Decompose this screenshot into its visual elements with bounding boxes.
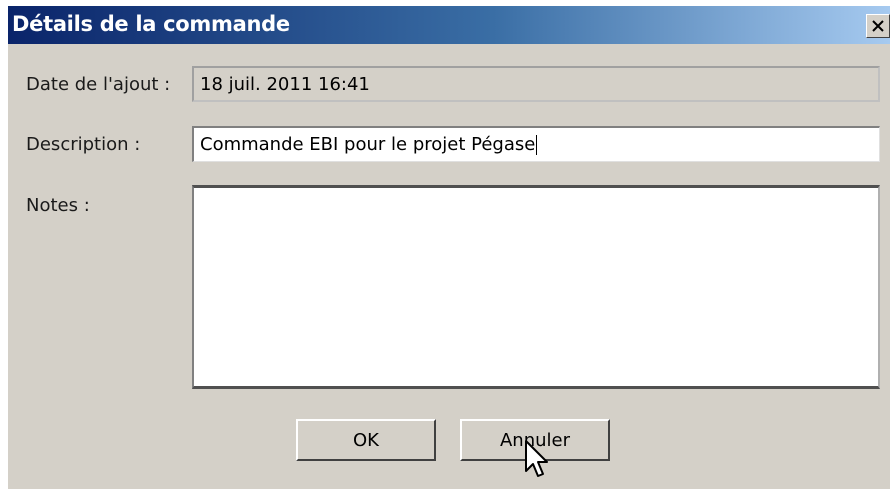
ok-button[interactable]: OK <box>296 419 436 461</box>
dialog-title: Détails de la commande <box>12 12 290 36</box>
date-added-field: 18 juil. 2011 16:41 <box>192 66 880 102</box>
date-added-value: 18 juil. 2011 16:41 <box>200 73 370 95</box>
close-button[interactable] <box>866 14 890 38</box>
description-label: Description : <box>26 134 141 155</box>
ok-button-label: OK <box>353 429 379 451</box>
text-caret <box>536 134 538 155</box>
cancel-button-label: Annuler <box>499 429 570 451</box>
date-added-label: Date de l'ajout : <box>26 74 171 95</box>
description-value: Commande EBI pour le projet Pégase <box>200 134 536 155</box>
order-details-dialog: Détails de la commande Date de l'ajout :… <box>8 6 890 489</box>
close-icon <box>872 20 884 32</box>
title-bar[interactable]: Détails de la commande <box>8 6 890 44</box>
notes-textarea[interactable] <box>192 185 880 389</box>
notes-label: Notes : <box>26 195 90 216</box>
description-input[interactable]: Commande EBI pour le projet Pégase <box>192 126 880 162</box>
cancel-button[interactable]: Annuler <box>460 419 610 461</box>
